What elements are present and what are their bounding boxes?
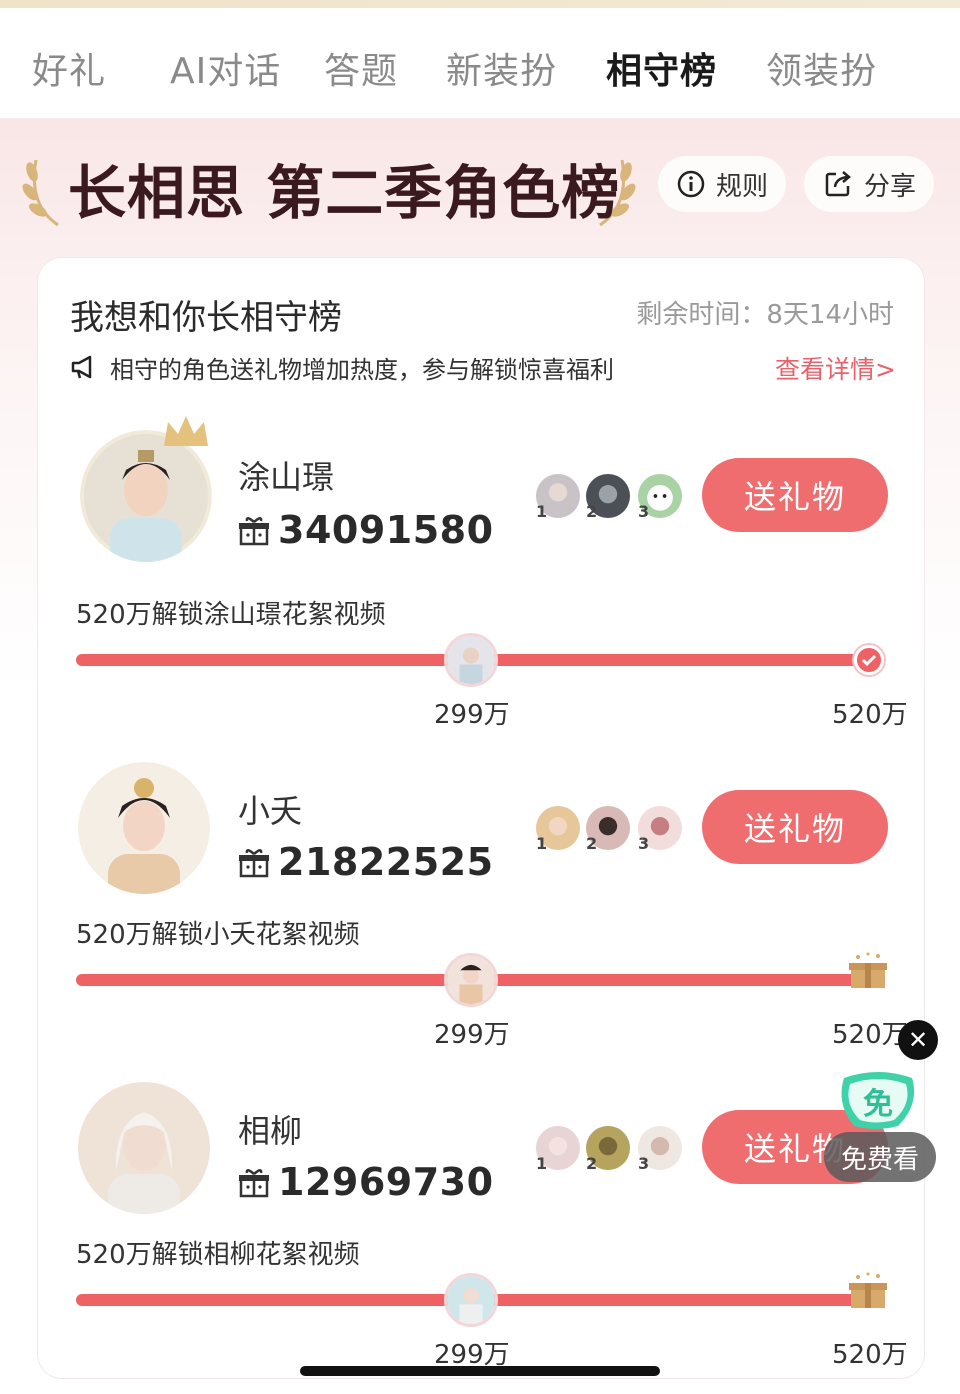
progress-knob-avatar <box>444 953 498 1007</box>
fan-rank: 3 <box>638 1154 650 1173</box>
progress-knob-avatar <box>444 633 498 687</box>
tab-bar: 好礼 AI对话 答题 新装扮 相守榜 领装扮 <box>0 8 960 118</box>
gift-box-icon <box>849 1272 887 1308</box>
share-label: 分享 <box>864 171 917 202</box>
home-indicator[interactable] <box>300 1366 660 1376</box>
goal-reached-check-icon <box>854 645 884 675</box>
view-details-link[interactable]: 查看详情> <box>775 350 896 386</box>
gift-box-icon <box>849 952 887 988</box>
progress-goal-label: 520万 <box>832 1340 908 1370</box>
fan-rank: 2 <box>586 502 598 521</box>
score-row: 34091580 <box>238 508 494 552</box>
send-gift-button[interactable]: 送礼物 <box>702 458 888 532</box>
info-icon <box>677 170 705 198</box>
unlock-text: 520万解锁小夭花絮视频 <box>76 920 360 950</box>
avatar-xiangliu[interactable] <box>78 1082 210 1214</box>
tab-guard-ranking[interactable]: 相守榜 <box>606 42 717 94</box>
tab-gift[interactable]: 好礼 <box>32 42 106 94</box>
top-strip <box>0 0 960 8</box>
tab-claim-outfit[interactable]: 领装扮 <box>766 42 877 94</box>
send-gift-button[interactable]: 送礼物 <box>702 790 888 864</box>
fan-rank: 1 <box>536 1154 548 1173</box>
rules-button[interactable]: 规则 <box>658 156 787 212</box>
character-score: 21822525 <box>278 840 494 884</box>
close-floating-button[interactable]: ✕ <box>898 1020 938 1060</box>
fan-rank: 2 <box>586 834 598 853</box>
laurel-left-icon <box>22 159 59 227</box>
fan-rank: 3 <box>638 834 650 853</box>
tab-ai-chat[interactable]: AI对话 <box>170 42 281 94</box>
avatar-xiaoyao[interactable] <box>78 762 210 894</box>
free-watch-badge-icon[interactable]: 免 <box>836 1070 920 1132</box>
tab-new-outfit[interactable]: 新装扮 <box>446 42 557 94</box>
free-watch-label[interactable]: 免费看 <box>824 1132 936 1182</box>
megaphone-icon <box>71 355 92 379</box>
score-row: 21822525 <box>238 840 494 884</box>
tab-quiz[interactable]: 答题 <box>324 42 398 94</box>
character-name: 小夭 <box>238 792 303 830</box>
free-badge-char: 免 <box>863 1087 893 1122</box>
character-name: 相柳 <box>238 1112 303 1150</box>
fan-rank: 1 <box>536 502 548 521</box>
notice-bar: 相守的角色送礼物增加热度，参与解锁惊喜福利 <box>70 350 710 384</box>
gift-score-icon <box>239 849 269 878</box>
progress-goal-label: 520万 <box>832 700 908 730</box>
score-row: 12969730 <box>238 1160 494 1204</box>
progress-knob-avatar <box>444 1273 498 1327</box>
share-button[interactable]: 分享 <box>804 156 935 212</box>
share-icon <box>825 171 851 197</box>
board-title: 我想和你长相守榜 <box>70 298 342 338</box>
crown-icon <box>164 416 208 446</box>
gift-score-icon <box>239 517 269 546</box>
gift-score-icon <box>239 1169 269 1198</box>
progress-current-label: 299万 <box>434 1020 510 1050</box>
progress-current-label: 299万 <box>434 700 510 730</box>
page-title: 长相思 第二季角色榜 <box>68 159 621 227</box>
fan-rank: 1 <box>536 834 548 853</box>
fan-rank: 3 <box>638 502 650 521</box>
progress-goal-label: 520万 <box>832 1020 908 1050</box>
unlock-text: 520万解锁涂山璟花絮视频 <box>76 600 386 630</box>
rules-label: 规则 <box>716 171 769 202</box>
character-score: 34091580 <box>278 508 494 552</box>
character-score: 12969730 <box>278 1160 494 1204</box>
fan-rank: 2 <box>586 1154 598 1173</box>
character-name: 涂山璟 <box>238 458 335 496</box>
remaining-time: 剩余时间：8天14小时 <box>636 300 894 330</box>
unlock-text: 520万解锁相柳花絮视频 <box>76 1240 360 1270</box>
notice-text: 相守的角色送礼物增加热度，参与解锁惊喜福利 <box>110 355 614 384</box>
